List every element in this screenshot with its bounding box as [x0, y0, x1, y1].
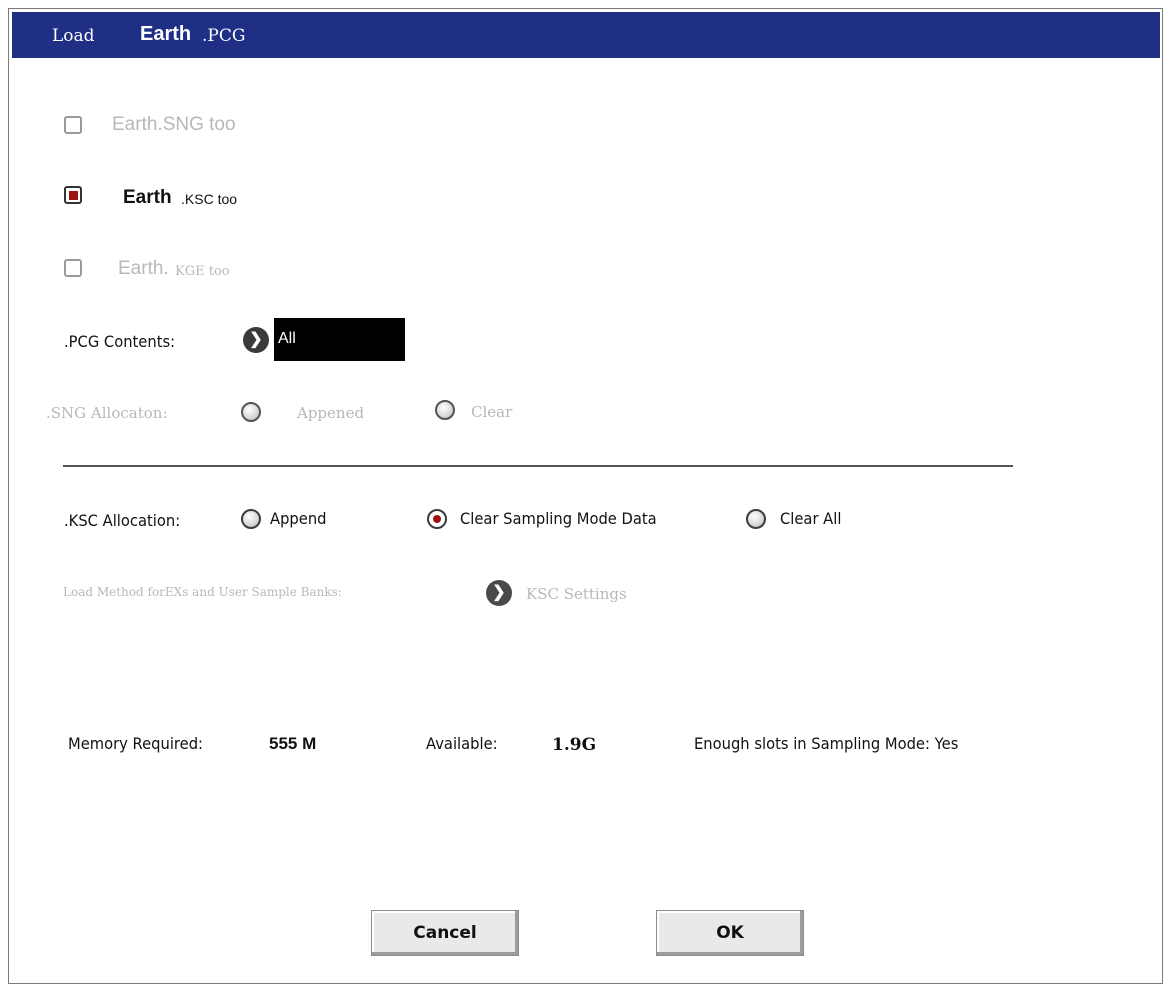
- ksc-allocation-label: .KSC Allocation:: [64, 511, 181, 530]
- title-prefix: Load: [52, 26, 95, 46]
- ksc-too-name: Earth: [123, 187, 172, 208]
- section-divider: [63, 465, 1013, 467]
- ksc-too-suffix: .KSC too: [181, 191, 238, 207]
- kge-too-name: Earth.: [118, 258, 169, 279]
- ksc-append-label: Append: [270, 509, 327, 528]
- title-bar: Load Earth .PCG: [12, 12, 1160, 58]
- sng-append-radio[interactable]: [241, 402, 261, 422]
- checkbox-checked-mark: [69, 191, 78, 200]
- load-method-value: KSC Settings: [526, 585, 627, 603]
- cancel-button[interactable]: Cancel: [371, 910, 519, 956]
- chevron-right-icon[interactable]: ❯: [486, 580, 512, 606]
- pcg-contents-label: .PCG Contents:: [64, 332, 176, 351]
- chevron-right-icon[interactable]: ❯: [243, 327, 269, 353]
- ksc-clear-all-radio[interactable]: [746, 509, 766, 529]
- sng-clear-label: Clear: [471, 403, 513, 421]
- title-file-name: Earth: [140, 23, 192, 45]
- ksc-append-radio[interactable]: [241, 509, 261, 529]
- sng-append-label: Appened: [297, 404, 365, 422]
- dialog-frame: [8, 8, 1163, 984]
- memory-required-value: 555 M: [269, 734, 317, 753]
- ksc-clear-sampling-radio[interactable]: [427, 509, 447, 529]
- kge-too-suffix: KGE too: [175, 264, 230, 279]
- memory-required-label: Memory Required:: [68, 734, 204, 753]
- available-label: Available:: [426, 734, 498, 753]
- ksc-too-checkbox[interactable]: [64, 186, 82, 204]
- kge-too-checkbox[interactable]: [64, 259, 82, 277]
- ok-button[interactable]: OK: [656, 910, 804, 956]
- ksc-clear-all-label: Clear All: [780, 509, 842, 528]
- sng-allocation-label: .SNG Allocaton:: [46, 404, 168, 422]
- sng-clear-radio[interactable]: [435, 400, 455, 420]
- sng-too-label: Earth.SNG too: [112, 114, 236, 135]
- available-value: 1.9G: [552, 735, 597, 755]
- ksc-clear-sampling-label: Clear Sampling Mode Data: [460, 509, 657, 528]
- sng-too-checkbox[interactable]: [64, 116, 82, 134]
- sampling-slots-status: Enough slots in Sampling Mode: Yes: [694, 734, 959, 753]
- pcg-contents-value[interactable]: All: [274, 318, 405, 361]
- title-extension: .PCG: [202, 26, 246, 46]
- load-method-label: Load Method forEXs and User Sample Banks…: [63, 585, 342, 599]
